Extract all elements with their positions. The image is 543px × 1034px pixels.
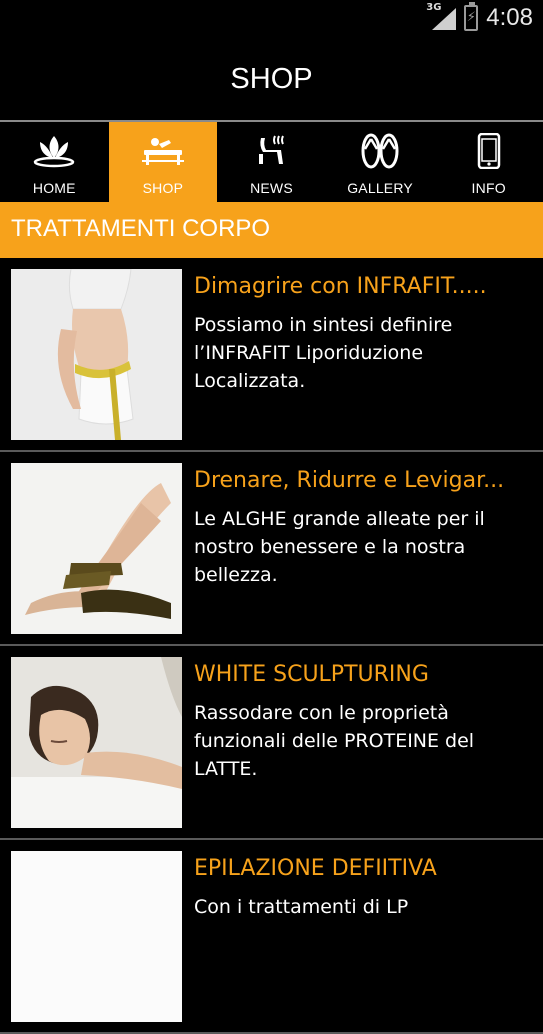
tab-home[interactable]: HOME xyxy=(0,122,109,202)
list-item[interactable]: EPILAZIONE DEFIITIVA Con i trattamenti d… xyxy=(0,840,543,1034)
status-icons: 3G ⚡ 4:08 xyxy=(426,2,533,32)
item-description: Possiamo in sintesi definire l’INFRAFIT … xyxy=(194,314,453,392)
tab-news-label: NEWS xyxy=(250,180,293,196)
treatment-list: Dimagrire con INFRAFIT..... Possiamo in … xyxy=(0,258,543,1034)
tab-info[interactable]: INFO xyxy=(434,122,543,202)
item-thumbnail xyxy=(11,657,182,828)
page-title: SHOP xyxy=(230,63,313,95)
action-bar: SHOP xyxy=(0,38,543,122)
item-thumbnail xyxy=(11,269,182,440)
item-thumbnail xyxy=(11,851,182,1022)
tab-news[interactable]: NEWS xyxy=(217,122,326,202)
item-description: Rassodare con le proprietà funzionali de… xyxy=(194,702,475,780)
tab-info-label: INFO xyxy=(471,180,506,196)
clock: 4:08 xyxy=(486,4,533,31)
section-title: TRATTAMENTI CORPO xyxy=(11,215,271,242)
list-item[interactable]: WHITE SCULPTURING Rassodare con le propr… xyxy=(0,646,543,840)
item-description: Le ALGHE grande alleate per il nostro be… xyxy=(194,508,485,586)
massage-icon xyxy=(109,132,218,170)
item-title: WHITE SCULPTURING xyxy=(194,662,429,687)
item-description: Con i trattamenti di LP xyxy=(194,896,409,918)
cell-signal-icon: 3G xyxy=(426,2,457,32)
lotus-icon xyxy=(0,132,109,170)
item-title: EPILAZIONE DEFIITIVA xyxy=(194,856,437,881)
tab-gallery[interactable]: GALLERY xyxy=(326,122,435,202)
phone-icon xyxy=(434,132,543,170)
tab-bar: HOME SHOP NEWS GALLERY INFO xyxy=(0,122,543,202)
tab-shop[interactable]: SHOP xyxy=(108,122,218,202)
tab-home-label: HOME xyxy=(32,180,76,196)
status-bar: 3G ⚡ 4:08 xyxy=(0,0,543,38)
tab-shop-label: SHOP xyxy=(142,180,184,196)
tab-gallery-label: GALLERY xyxy=(347,180,413,196)
item-title: Drenare, Ridurre e Levigar... xyxy=(194,468,505,493)
item-thumbnail xyxy=(11,463,182,634)
battery-icon: ⚡ xyxy=(464,2,479,31)
section-header: TRATTAMENTI CORPO xyxy=(0,202,543,258)
flip-flops-icon xyxy=(326,132,435,170)
item-title: Dimagrire con INFRAFIT..... xyxy=(194,274,487,299)
list-item[interactable]: Dimagrire con INFRAFIT..... Possiamo in … xyxy=(0,258,543,452)
list-item[interactable]: Drenare, Ridurre e Levigar... Le ALGHE g… xyxy=(0,452,543,646)
spa-chair-icon xyxy=(217,132,326,170)
